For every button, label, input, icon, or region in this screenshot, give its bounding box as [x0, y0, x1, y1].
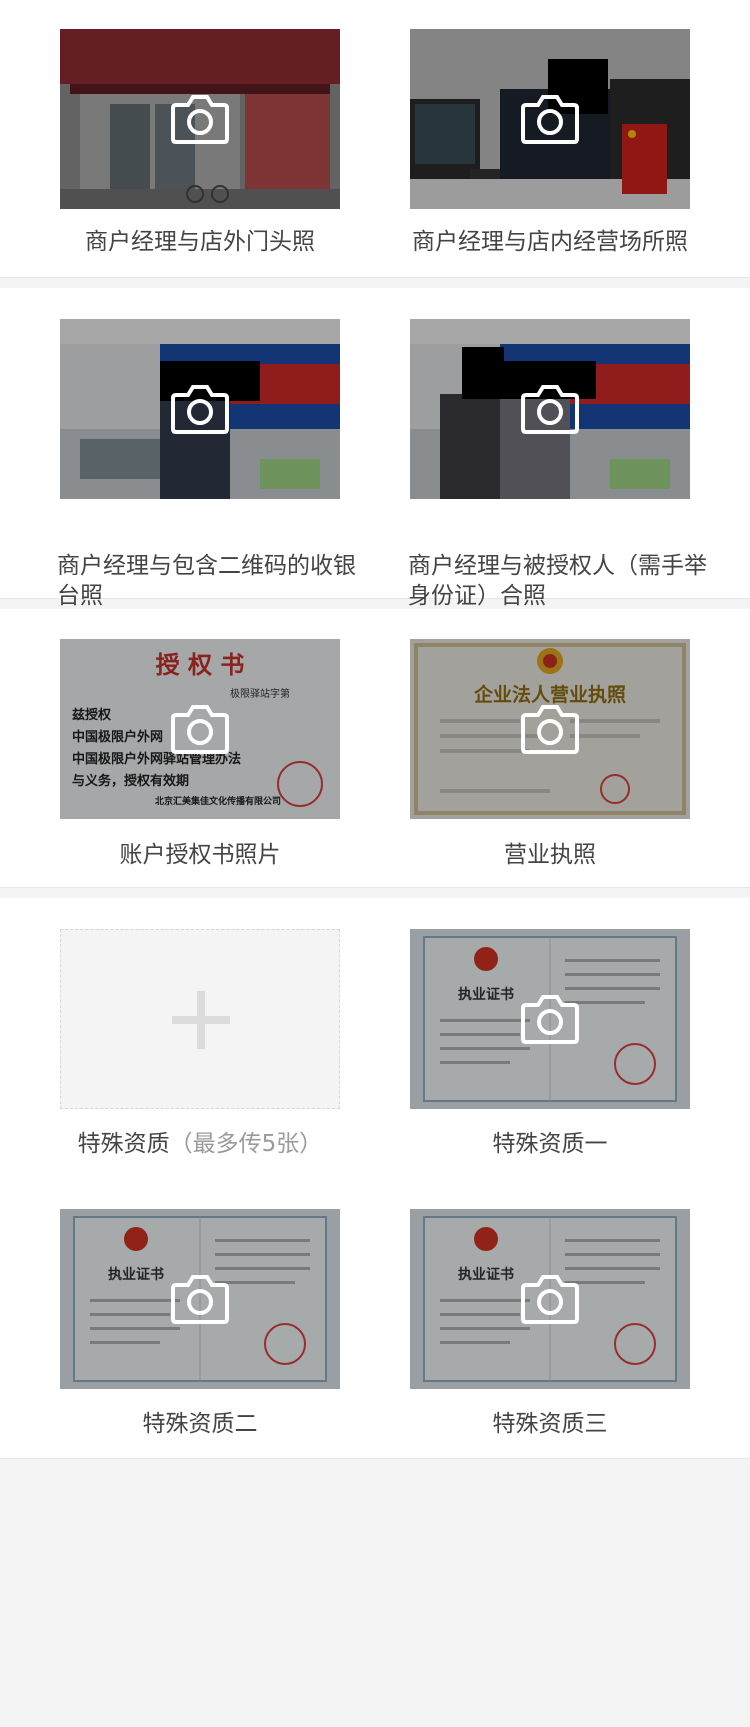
upload-section-5: 执业证书 特殊资质二 执业证书 特殊资质三: [0, 1178, 750, 1459]
upload-label: 营业执照: [504, 842, 596, 868]
business-license-photo[interactable]: 企业法人营业执照: [410, 639, 690, 819]
camera-icon[interactable]: [520, 993, 580, 1045]
upload-label: 商户经理与店外门头照: [85, 229, 315, 255]
upload-label: 账户授权书照片: [119, 842, 281, 868]
redacted-face: [462, 347, 504, 399]
upload-label: 特殊资质（最多传5张）: [60, 1129, 340, 1159]
camera-icon[interactable]: [520, 703, 580, 755]
camera-icon[interactable]: [170, 383, 230, 435]
upload-section-2: 商户经理与包含二维码的收银台照 商户经理与被授权人（需手举身份证）合照: [0, 288, 750, 609]
cashier-photo[interactable]: [60, 319, 340, 499]
upload-label: 特殊资质二: [142, 1411, 258, 1437]
camera-icon[interactable]: [170, 703, 230, 755]
upload-section-3: 授 权 书 极限驿站字第 兹授权 中国极限户外网 中国极限户外网驿站管理办法 与…: [0, 609, 750, 888]
upload-label: 特殊资质三: [492, 1411, 608, 1437]
upload-label: 商户经理与店内经营场所照: [412, 229, 688, 255]
camera-icon[interactable]: [170, 93, 230, 145]
upload-limit-hint: （最多传5张）: [169, 1131, 323, 1157]
camera-icon[interactable]: [520, 93, 580, 145]
plus-icon: [197, 991, 205, 1049]
camera-icon[interactable]: [170, 1273, 230, 1325]
certificate-photo[interactable]: 执业证书: [410, 1209, 690, 1389]
certificate-photo[interactable]: 执业证书: [410, 929, 690, 1109]
add-photo-button[interactable]: [60, 929, 340, 1109]
authorization-letter-photo[interactable]: 授 权 书 极限驿站字第 兹授权 中国极限户外网 中国极限户外网驿站管理办法 与…: [60, 639, 340, 819]
upload-label: 商户经理与被授权人（需手举身份证）合照: [408, 553, 707, 609]
upload-section-4: 特殊资质（最多传5张） 执业证书 特殊资质一: [0, 898, 750, 1179]
camera-icon[interactable]: [520, 1273, 580, 1325]
page-footer-spacer: [0, 1459, 750, 1727]
authorized-person-photo[interactable]: [410, 319, 690, 499]
upload-section-1: 商户经理与店外门头照 商户经理与店内经营场所照: [0, 0, 750, 278]
upload-label: 商户经理与包含二维码的收银台照: [57, 553, 356, 609]
storefront-photo[interactable]: [60, 29, 340, 209]
upload-label: 特殊资质一: [492, 1131, 608, 1157]
interior-photo[interactable]: [410, 29, 690, 209]
special-qualification-label: 特殊资质: [77, 1131, 170, 1157]
camera-icon[interactable]: [520, 383, 580, 435]
certificate-photo[interactable]: 执业证书: [60, 1209, 340, 1389]
